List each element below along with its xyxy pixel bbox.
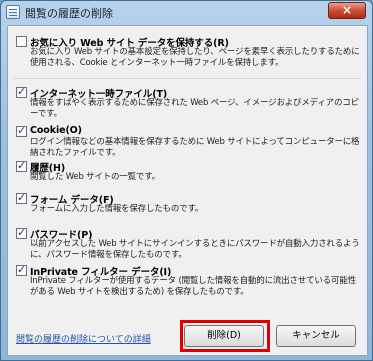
option-label: Cookie(O) bbox=[30, 125, 82, 136]
option-description: 以前アクセスした Web サイトにサインインするときにパスワードが自動入力される… bbox=[30, 239, 360, 260]
dialog-content: お気に入り Web サイト データを保持する(R) お気に入り Web サイトの… bbox=[7, 25, 368, 356]
dialog-icon bbox=[6, 5, 20, 19]
option-description: お気に入り Web サイトの基本設定を保持したり、ページを素早く表示したりするた… bbox=[30, 47, 360, 68]
checkbox-inprivate-filter[interactable] bbox=[16, 263, 27, 276]
checkbox-cookies[interactable] bbox=[16, 124, 27, 137]
checkbox-preserve-favorites[interactable] bbox=[16, 36, 27, 47]
checkbox-form-data[interactable] bbox=[16, 191, 27, 204]
separator bbox=[14, 78, 361, 79]
checkbox-passwords[interactable] bbox=[16, 226, 27, 239]
option-description: ログイン情報などの基本情報を保存するために Web サイトによってコンピューター… bbox=[30, 137, 360, 158]
checkbox-history[interactable] bbox=[16, 159, 27, 172]
option-description: InPrivate フィルターが使用するデータ (閲覧した情報を自動的に流出させ… bbox=[30, 276, 356, 297]
option-description: 情報をすばやく表示するために保存された Web ページ、イメージおよびメディアの… bbox=[30, 98, 359, 119]
option-description: フォームに入力した情報を保存したものです。 bbox=[30, 204, 204, 214]
title-bar[interactable]: 閲覧の履歴の削除 × bbox=[1, 1, 372, 25]
delete-button[interactable]: 削除(D) bbox=[184, 325, 264, 347]
delete-browsing-history-dialog: 閲覧の履歴の削除 × お気に入り Web サイト データを保持する(R) お気に… bbox=[0, 0, 373, 361]
details-link[interactable]: 閲覧の履歴の削除についての詳細 bbox=[16, 332, 151, 345]
option-description: 閲覧した Web サイトの一覧です。 bbox=[30, 172, 160, 182]
dialog-title: 閲覧の履歴の削除 bbox=[25, 7, 113, 20]
close-button[interactable]: × bbox=[328, 2, 366, 19]
cancel-button[interactable]: キャンセル bbox=[276, 325, 356, 347]
checkbox-temp-files[interactable] bbox=[16, 85, 27, 98]
